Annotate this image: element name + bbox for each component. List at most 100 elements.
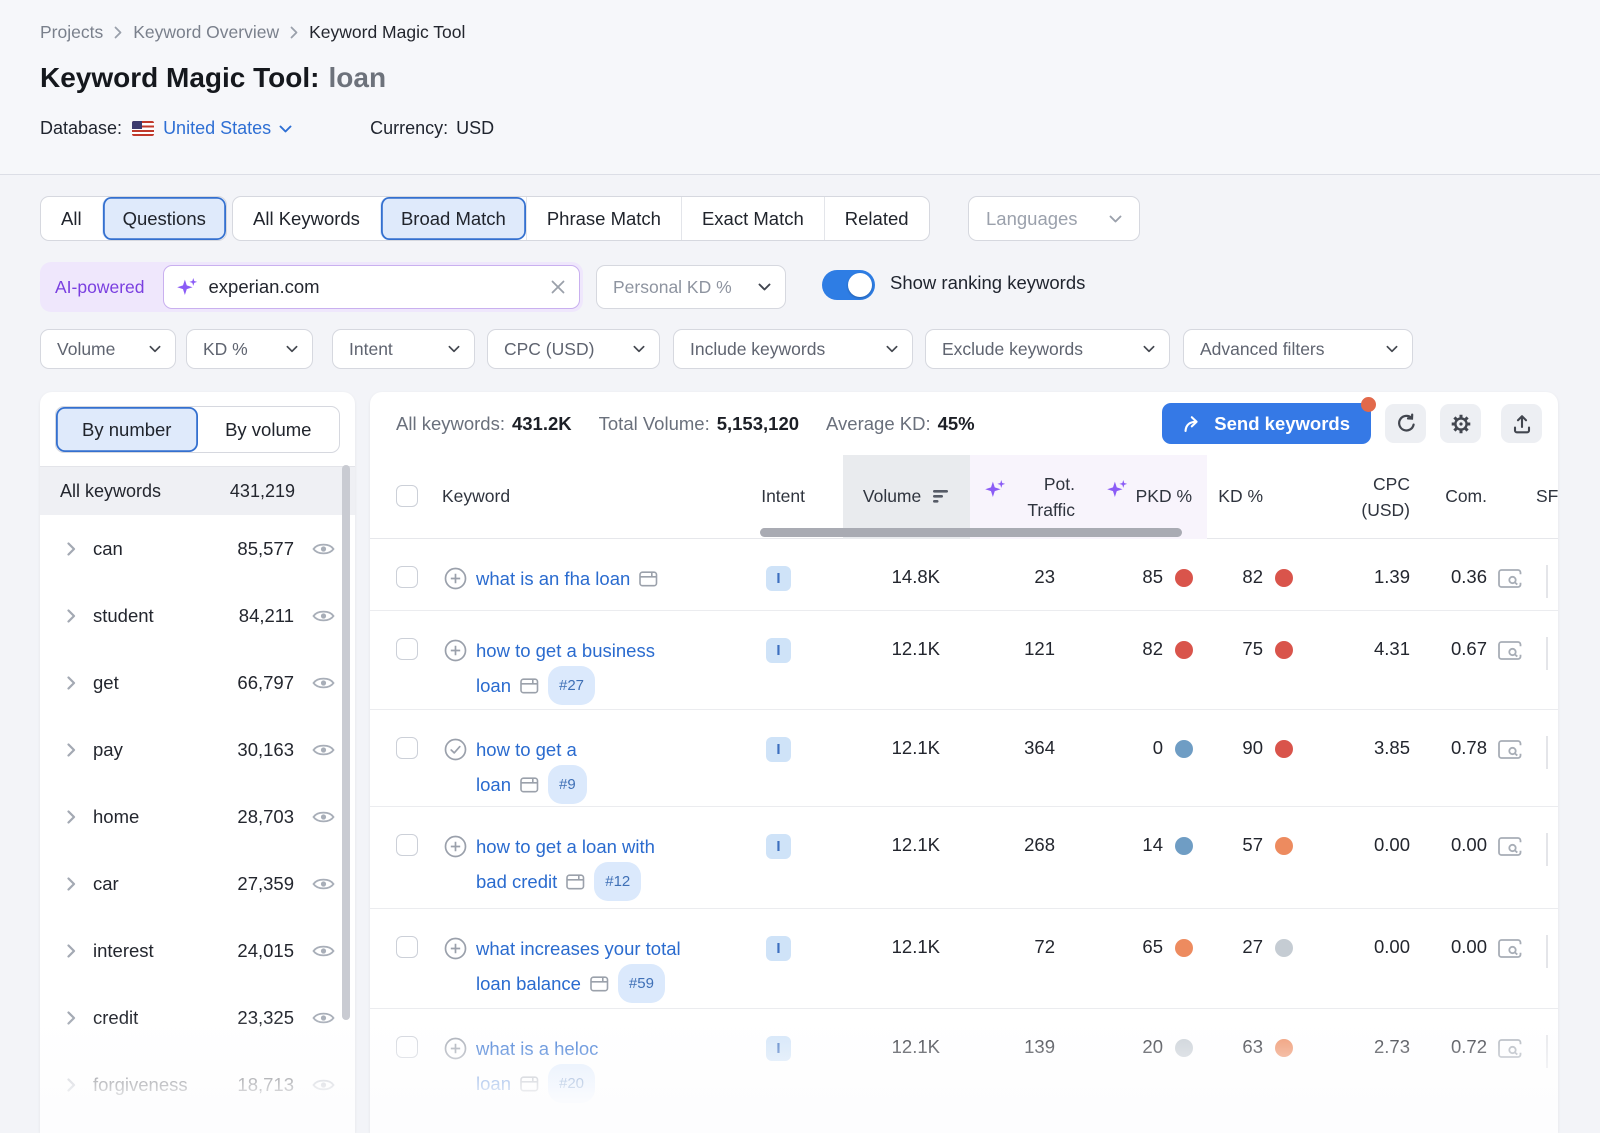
horizontal-scrollbar[interactable] — [760, 528, 1182, 537]
tab-questions[interactable]: Questions — [102, 197, 226, 240]
col-keyword[interactable]: Keyword — [442, 486, 510, 507]
keyword-link-line2[interactable]: loan — [476, 670, 511, 701]
tab-all-keywords[interactable]: All Keywords — [233, 197, 380, 240]
cpc-value: 0.00 — [1374, 936, 1410, 958]
kd-value: 75 — [1242, 638, 1263, 660]
sidebar-group-row[interactable]: get66,797 — [40, 649, 355, 716]
eye-toggle[interactable] — [312, 1010, 335, 1026]
row-checkbox[interactable] — [396, 638, 418, 660]
col-com[interactable]: Com. — [1445, 486, 1487, 507]
keyword-link[interactable]: how to get a business — [476, 635, 655, 666]
sidebar-group-row[interactable]: credit23,325 — [40, 984, 355, 1051]
row-checkbox[interactable] — [396, 834, 418, 856]
sidebar-group-row[interactable]: can85,577 — [40, 515, 355, 582]
eye-toggle[interactable] — [312, 608, 335, 624]
refresh-button[interactable] — [1385, 404, 1426, 443]
keyword-link[interactable]: what is an fha loan — [476, 563, 630, 594]
row-checkbox[interactable] — [396, 936, 418, 958]
serp-preview-icon[interactable] — [566, 874, 585, 890]
tab-related[interactable]: Related — [824, 197, 929, 240]
sidebar-group-row[interactable]: pay30,163 — [40, 716, 355, 783]
chevron-right-icon[interactable] — [67, 877, 76, 891]
tab-exact-match[interactable]: Exact Match — [681, 197, 824, 240]
database-select[interactable]: United States — [163, 118, 292, 139]
select-all-checkbox[interactable] — [396, 485, 418, 507]
eye-toggle[interactable] — [312, 876, 335, 892]
search-field[interactable] — [163, 265, 580, 309]
sidebar-group-row[interactable]: home28,703 — [40, 783, 355, 850]
keyword-link-line2[interactable]: loan — [476, 1068, 511, 1099]
filter-intent[interactable]: Intent — [332, 329, 475, 369]
keyword-link[interactable]: what is a heloc — [476, 1033, 598, 1064]
col-pkd[interactable]: PKD % — [1136, 486, 1192, 507]
com-value: 0.78 — [1451, 737, 1487, 759]
breadcrumb-keyword-overview[interactable]: Keyword Overview — [133, 22, 279, 43]
eye-toggle[interactable] — [312, 809, 335, 825]
serp-preview-icon[interactable] — [590, 976, 609, 992]
sidebar-group-row[interactable]: interest24,015 — [40, 917, 355, 984]
serp-preview-icon[interactable] — [639, 571, 658, 587]
search-input[interactable] — [207, 275, 541, 299]
filter-kd[interactable]: KD % — [186, 329, 313, 369]
sort-by-volume[interactable]: By volume — [198, 407, 340, 452]
keyword-link[interactable]: how to get a — [476, 734, 577, 765]
chevron-right-icon[interactable] — [67, 810, 76, 824]
cpc-value: 2.73 — [1374, 1036, 1410, 1058]
eye-icon — [312, 809, 335, 825]
col-pot-traffic[interactable]: Pot. Traffic — [1027, 471, 1075, 523]
eye-toggle[interactable] — [312, 943, 335, 959]
sidebar-group-row[interactable]: car27,359 — [40, 850, 355, 917]
sidebar-group-row[interactable]: forgiveness18,713 — [40, 1051, 355, 1118]
serp-preview-icon[interactable] — [520, 678, 539, 694]
export-button[interactable] — [1501, 404, 1542, 443]
keyword-link[interactable]: what increases your total — [476, 933, 681, 964]
filter-advanced[interactable]: Advanced filters — [1183, 329, 1413, 369]
eye-toggle[interactable] — [312, 541, 335, 557]
eye-toggle[interactable] — [312, 1077, 335, 1093]
send-keywords-button[interactable]: Send keywords — [1162, 403, 1371, 444]
eye-toggle[interactable] — [312, 742, 335, 758]
row-checkbox[interactable] — [396, 737, 418, 759]
sidebar-group-label: car — [93, 873, 119, 895]
pkd-value: 0 — [1153, 737, 1163, 759]
all-keywords-group[interactable]: All keywords 431,219 — [40, 466, 355, 515]
sidebar-scrollbar[interactable] — [342, 465, 350, 1020]
breadcrumb-projects[interactable]: Projects — [40, 22, 103, 43]
row-checkbox[interactable] — [396, 566, 418, 588]
col-cpc[interactable]: CPC (USD) — [1361, 471, 1410, 523]
personal-kd-dropdown[interactable]: Personal KD % — [596, 265, 786, 309]
us-flag-icon — [132, 121, 154, 136]
tab-broad-match[interactable]: Broad Match — [380, 197, 526, 240]
filter-exclude-keywords[interactable]: Exclude keywords — [925, 329, 1170, 369]
sidebar-group-row[interactable]: student84,211 — [40, 582, 355, 649]
keyword-link-line2[interactable]: bad credit — [476, 866, 557, 897]
clear-search-icon[interactable] — [550, 279, 566, 295]
serp-preview-icon[interactable] — [520, 1076, 539, 1092]
col-sf[interactable]: SF — [1536, 486, 1558, 507]
languages-dropdown[interactable]: Languages — [968, 196, 1140, 241]
keyword-link[interactable]: how to get a loan with — [476, 831, 655, 862]
chevron-right-icon[interactable] — [67, 1078, 76, 1092]
col-volume[interactable]: Volume — [843, 486, 970, 507]
sort-by-number[interactable]: By number — [56, 407, 198, 452]
col-kd[interactable]: KD % — [1218, 486, 1263, 507]
chevron-right-icon[interactable] — [67, 944, 76, 958]
chevron-right-icon[interactable] — [67, 1011, 76, 1025]
chevron-right-icon[interactable] — [67, 676, 76, 690]
col-intent[interactable]: Intent — [761, 486, 805, 507]
tab-phrase-match[interactable]: Phrase Match — [526, 197, 681, 240]
row-checkbox[interactable] — [396, 1036, 418, 1058]
keyword-link-line2[interactable]: loan balance — [476, 968, 581, 999]
chevron-right-icon[interactable] — [67, 609, 76, 623]
filter-volume[interactable]: Volume — [40, 329, 176, 369]
show-ranking-toggle[interactable] — [822, 270, 875, 300]
serp-preview-icon[interactable] — [520, 777, 539, 793]
tab-all[interactable]: All — [41, 197, 102, 240]
filter-cpc[interactable]: CPC (USD) — [487, 329, 660, 369]
settings-button[interactable] — [1440, 404, 1481, 443]
filter-include-keywords[interactable]: Include keywords — [673, 329, 913, 369]
chevron-right-icon[interactable] — [67, 542, 76, 556]
keyword-link-line2[interactable]: loan — [476, 769, 511, 800]
chevron-right-icon[interactable] — [67, 743, 76, 757]
eye-toggle[interactable] — [312, 675, 335, 691]
